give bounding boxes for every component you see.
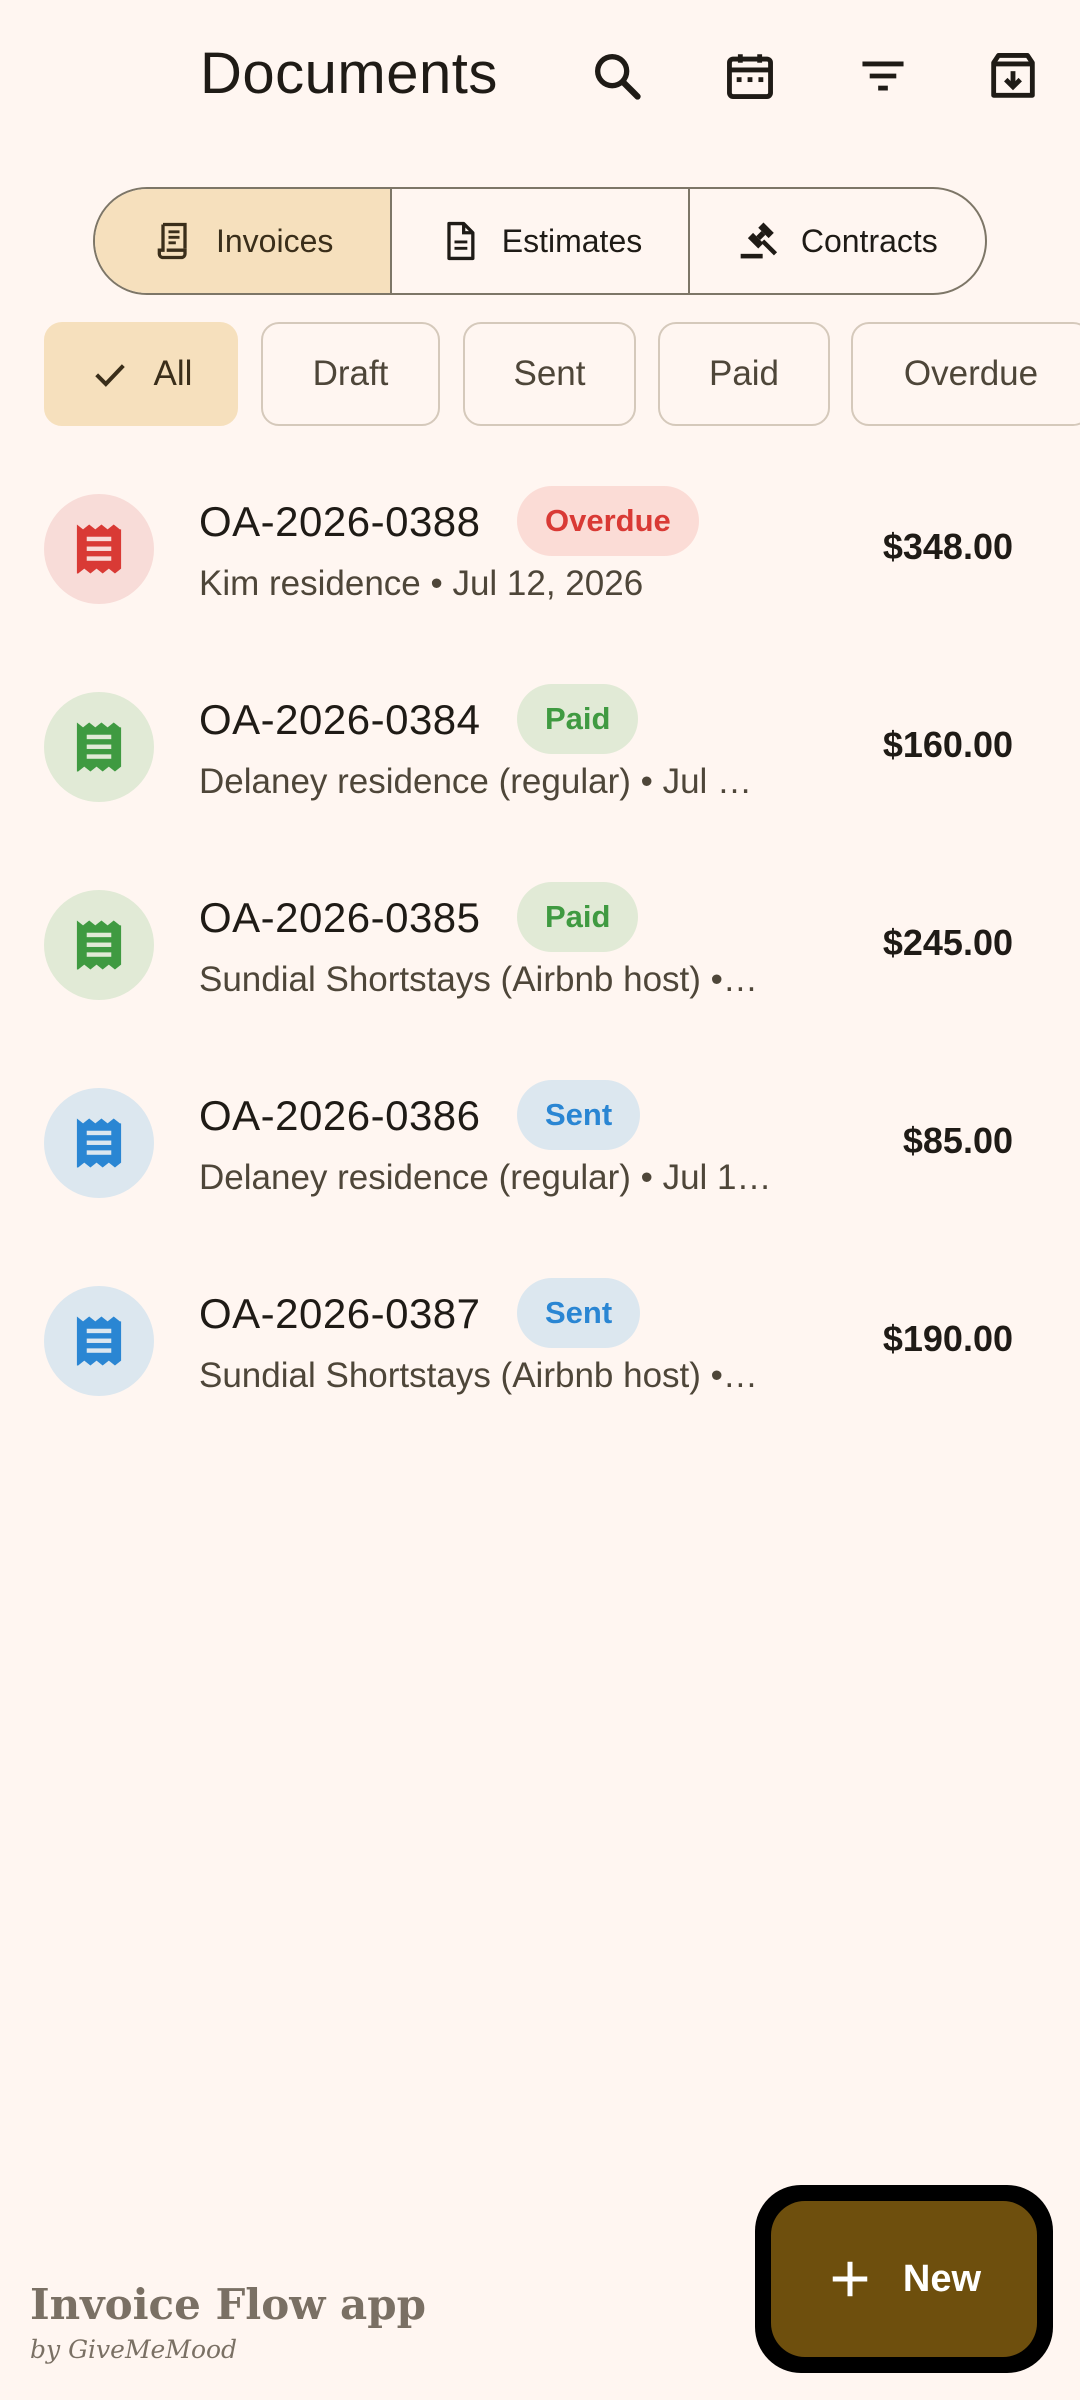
tab-estimates-label: Estimates: [501, 222, 643, 259]
invoice-number: OA-2026-0385: [199, 894, 481, 941]
status-badge: Sent: [517, 1080, 641, 1150]
document-type-segmented: Invoices Estimates Contracts: [93, 187, 987, 295]
invoice-avatar: [44, 494, 154, 604]
search-icon[interactable]: [581, 40, 653, 112]
tab-contracts[interactable]: Contracts: [687, 189, 985, 293]
tab-contracts-label: Contracts: [800, 222, 938, 259]
invoice-avatar: [44, 692, 154, 802]
brand-name: Invoice Flow app: [30, 2280, 426, 2329]
filter-chip-paid[interactable]: Paid: [658, 322, 830, 426]
filter-icon[interactable]: [847, 40, 919, 112]
status-badge: Paid: [517, 684, 639, 754]
plus-icon: [832, 2261, 868, 2297]
tab-invoices-label: Invoices: [215, 222, 334, 259]
filter-chip-label: Sent: [513, 354, 586, 393]
invoice-row[interactable]: OA-2026-0387 Sent Sundial Shortstays (Ai…: [0, 1242, 1080, 1440]
receipt-icon: [76, 1118, 122, 1168]
app-branding: Invoice Flow app by GiveMeMood: [30, 2280, 426, 2364]
top-app-bar: Documents: [0, 0, 1080, 150]
filter-chip-label: Paid: [708, 354, 780, 393]
invoice-amount: $245.00: [882, 922, 1013, 963]
invoice-subtitle: Delaney residence (regular) • Jul …: [199, 762, 753, 801]
status-filter-chips: All Draft Sent Paid Overdue: [44, 322, 1080, 426]
invoice-avatar: [44, 1088, 154, 1198]
page-title: Documents: [200, 41, 498, 106]
invoice-row[interactable]: OA-2026-0385 Paid Sundial Shortstays (Ai…: [0, 846, 1080, 1044]
invoice-avatar: [44, 1286, 154, 1396]
invoice-amount: $160.00: [882, 724, 1013, 765]
receipt-icon: [76, 1316, 122, 1366]
receipt-icon: [76, 920, 122, 970]
invoice-subtitle: Sundial Shortstays (Airbnb host) •…: [199, 960, 758, 999]
status-badge: Overdue: [517, 486, 699, 556]
check-icon: [94, 364, 125, 387]
brand-byline: by GiveMeMood: [30, 2335, 238, 2364]
filter-chip-label: Overdue: [903, 354, 1039, 393]
status-badge: Paid: [517, 882, 639, 952]
filter-chip-label: Draft: [312, 354, 389, 393]
invoice-subtitle: Kim residence • Jul 12, 2026: [199, 564, 644, 603]
invoice-row[interactable]: OA-2026-0384 Paid Delaney residence (reg…: [0, 648, 1080, 846]
invoice-row[interactable]: OA-2026-0388 Overdue Kim residence • Jul…: [0, 450, 1080, 648]
archive-icon[interactable]: [977, 40, 1049, 112]
new-document-button[interactable]: New: [771, 2201, 1037, 2357]
filter-chip-label: All: [153, 354, 193, 393]
tab-invoices[interactable]: Invoices: [95, 189, 391, 293]
invoice-row[interactable]: OA-2026-0386 Sent Delaney residence (reg…: [0, 1044, 1080, 1242]
invoice-number: OA-2026-0386: [199, 1092, 481, 1139]
filter-chip-sent[interactable]: Sent: [463, 322, 636, 426]
invoice-amount: $85.00: [902, 1120, 1013, 1161]
tab-estimates[interactable]: Estimates: [390, 189, 687, 293]
status-badge: Sent: [517, 1278, 641, 1348]
invoice-amount: $190.00: [882, 1318, 1013, 1359]
calendar-icon[interactable]: [714, 40, 786, 112]
filter-chip-overdue[interactable]: Overdue: [851, 322, 1080, 426]
receipt-icon: [157, 222, 187, 260]
app-screen: Documents Invoices Estimates Contracts A…: [0, 0, 1080, 2400]
filter-chip-all[interactable]: All: [44, 322, 238, 426]
invoice-subtitle: Sundial Shortstays (Airbnb host) •…: [199, 1356, 758, 1395]
invoice-avatar: [44, 890, 154, 1000]
invoice-number: OA-2026-0388: [199, 498, 481, 545]
gavel-icon: [740, 222, 777, 259]
new-button-label: New: [902, 2257, 982, 2300]
fab-focus-ring: New: [755, 2185, 1053, 2373]
invoice-number: OA-2026-0387: [199, 1290, 481, 1337]
invoice-amount: $348.00: [882, 526, 1013, 567]
invoice-number: OA-2026-0384: [199, 696, 481, 743]
invoice-subtitle: Delaney residence (regular) • Jul 1…: [199, 1158, 772, 1197]
filter-chip-draft[interactable]: Draft: [261, 322, 440, 426]
invoice-list: OA-2026-0388 Overdue Kim residence • Jul…: [0, 450, 1080, 1440]
receipt-icon: [76, 722, 122, 772]
receipt-icon: [76, 524, 122, 574]
document-icon: [447, 221, 475, 261]
